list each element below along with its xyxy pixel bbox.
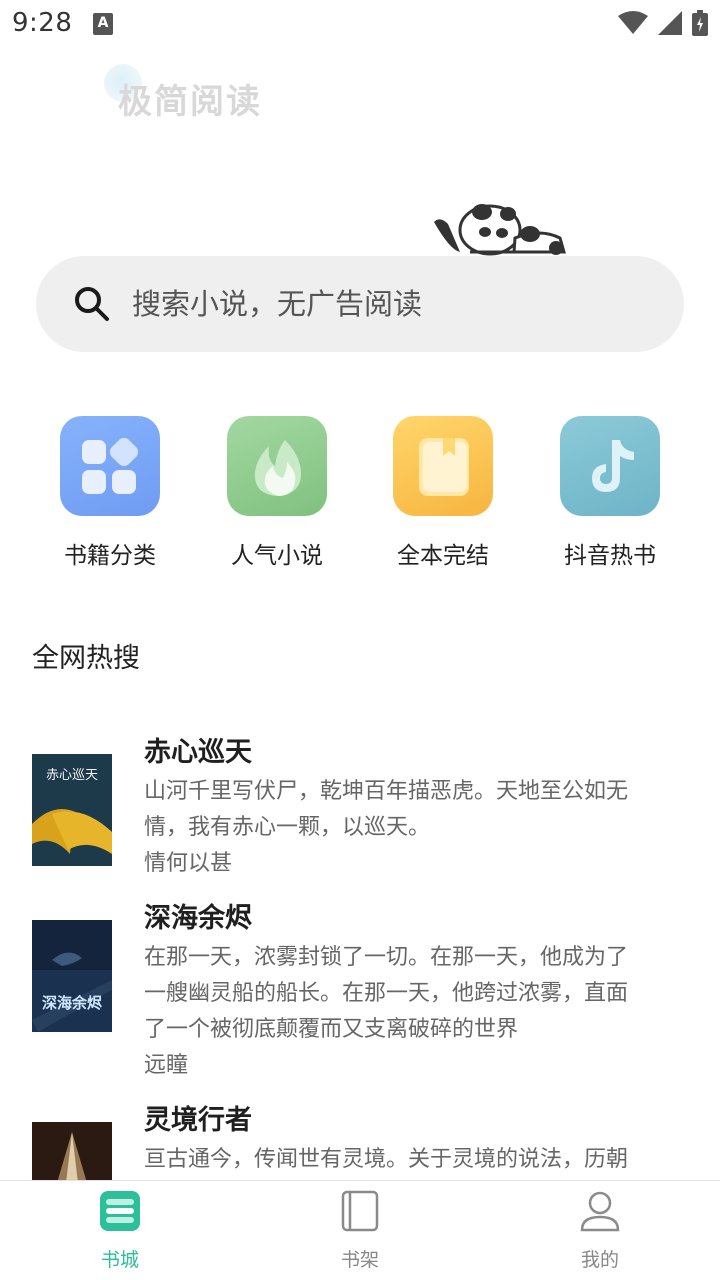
- book-description-line: 亘古通今，传闻世有灵境。关于灵境的说法，历朝: [144, 1147, 629, 1172]
- book-author: 情何以甚: [144, 851, 233, 876]
- book-description: 亘古通今，传闻世有灵境。关于灵境的说法，历朝: [144, 1142, 684, 1178]
- book-description-line: 一艘幽灵船的船长。在那一天，他跨过浓雾，直面: [144, 981, 629, 1006]
- category-completed-books[interactable]: 全本完结: [363, 416, 523, 570]
- book-description-line: 在那一天，浓雾封锁了一切。在那一天，他成为了: [144, 945, 629, 970]
- cover-title: 深海余烬: [42, 994, 103, 1012]
- nav-label: 我的: [580, 1249, 619, 1271]
- search-input[interactable]: 搜索小说，无广告阅读: [132, 256, 652, 352]
- book-cover: 赤心巡天: [32, 754, 112, 866]
- cover-title: 赤心巡天: [46, 768, 98, 783]
- book-description-line: 山河千里写伏尸，乾坤百年描恶虎。天地至公如无: [144, 779, 629, 804]
- nav-label: 书架: [340, 1249, 379, 1271]
- section-title-hot-search: 全网热搜: [32, 643, 140, 674]
- flame-icon: [227, 416, 327, 516]
- book-info: 深海余烬 在那一天，浓雾封锁了一切。在那一天，他成为了 一艘幽灵船的船长。在那一…: [144, 902, 684, 1084]
- profile-icon: [580, 1191, 620, 1232]
- logo-text: 极简阅读: [118, 82, 262, 122]
- category-popular-novels[interactable]: 人气小说: [197, 416, 357, 570]
- bottom-nav: 书城 书架 我的: [0, 1180, 720, 1280]
- battery-icon: [692, 10, 708, 36]
- book-icon: [393, 416, 493, 516]
- grid-icon: [60, 416, 160, 516]
- status-bar: 9:28 A: [0, 0, 720, 50]
- book-author: 远瞳: [144, 1053, 189, 1078]
- nav-tab-bookstore[interactable]: 书城: [0, 1181, 240, 1280]
- book-title: 深海余烬: [144, 903, 252, 934]
- book-title: 灵境行者: [144, 1105, 252, 1136]
- nav-tab-profile[interactable]: 我的: [480, 1181, 720, 1280]
- book-list[interactable]: 赤心巡天 赤心巡天 山河千里写伏尸，乾坤百年描恶虎。天地至公如无 情，我有赤心一…: [0, 736, 720, 1180]
- book-title: 赤心巡天: [144, 737, 252, 768]
- category-book-classification[interactable]: 书籍分类: [30, 416, 190, 570]
- wifi-icon: [618, 11, 648, 34]
- book-description-line: 情，我有赤心一颗，以巡天。: [144, 815, 431, 840]
- category-label: 书籍分类: [64, 543, 156, 569]
- book-info: 赤心巡天 山河千里写伏尸，乾坤百年描恶虎。天地至公如无 情，我有赤心一颗，以巡天…: [144, 736, 684, 882]
- signal-icon: [658, 11, 682, 35]
- category-label: 人气小说: [231, 543, 323, 569]
- status-icons: [618, 10, 708, 36]
- book-info: 灵境行者 亘古通今，传闻世有灵境。关于灵境的说法，历朝: [144, 1104, 684, 1178]
- panda-illustration: [434, 204, 566, 256]
- category-label: 全本完结: [397, 543, 489, 569]
- nav-label: 书城: [100, 1249, 139, 1271]
- music-note-icon: [560, 416, 660, 516]
- search-bar[interactable]: 搜索小说，无广告阅读: [36, 256, 684, 352]
- nav-tab-bookshelf[interactable]: 书架: [240, 1181, 480, 1280]
- bookshelf-icon: [341, 1190, 379, 1232]
- category-label: 抖音热书: [564, 543, 656, 569]
- notification-a-icon: A: [93, 13, 113, 35]
- app-logo: 极简阅读: [104, 64, 304, 122]
- book-description: 山河千里写伏尸，乾坤百年描恶虎。天地至公如无 情，我有赤心一颗，以巡天。: [144, 774, 684, 846]
- book-description: 在那一天，浓雾封锁了一切。在那一天，他成为了 一艘幽灵船的船长。在那一天，他跨过…: [144, 940, 684, 1048]
- bookstore-icon: [100, 1191, 140, 1231]
- book-description-line: 了一个被彻底颠覆而又支离破碎的世界: [144, 1017, 519, 1042]
- book-cover: [32, 1122, 112, 1180]
- search-icon: [75, 287, 109, 321]
- book-cover: 深海余烬: [32, 920, 112, 1032]
- category-douyin-hot-books[interactable]: 抖音热书: [530, 416, 690, 570]
- status-time: 9:28: [12, 8, 73, 38]
